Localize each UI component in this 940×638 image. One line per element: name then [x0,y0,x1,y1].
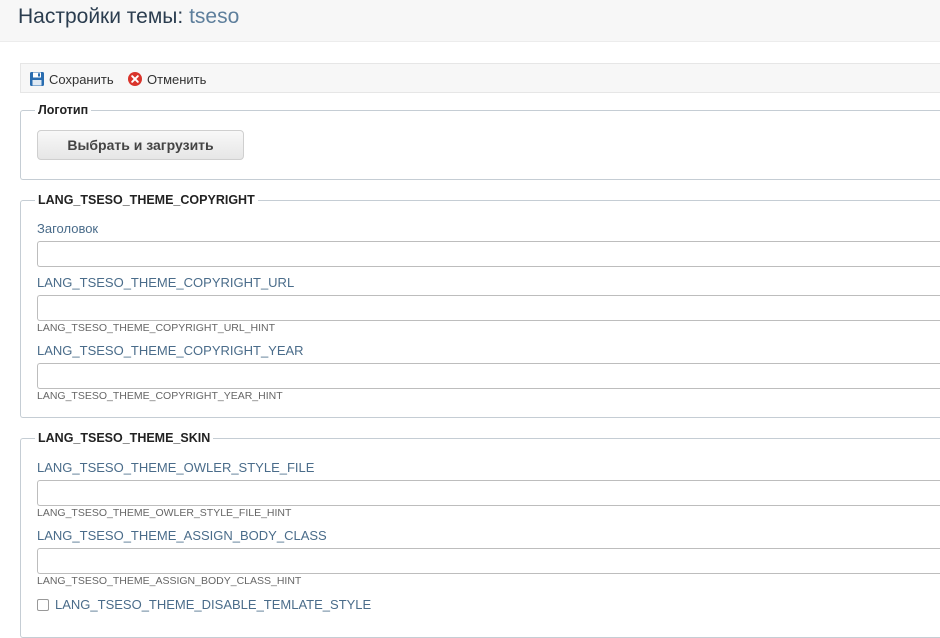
owler-style-file-input[interactable] [37,480,940,506]
assign-body-class-hint: LANG_TSESO_THEME_ASSIGN_BODY_CLASS_HINT [37,575,302,587]
cancel-button-label: Отменить [147,71,207,87]
copyright-title-input[interactable] [37,241,940,267]
page-header: Настройки темы: tseso [0,0,940,42]
save-button[interactable]: Сохранить [29,70,114,88]
cancel-button[interactable]: Отменить [127,70,206,88]
save-button-label: Сохранить [49,71,114,87]
skin-fieldset: LANG_TSESO_THEME_SKIN LANG_TSESO_THEME_O… [20,430,940,638]
assign-body-class-label: LANG_TSESO_THEME_ASSIGN_BODY_CLASS [37,528,327,543]
page-title: Настройки темы: tseso [18,5,239,29]
logo-legend: Логотип [35,102,92,118]
logo-fieldset: Логотип Выбрать и загрузить [20,102,940,180]
skin-legend: LANG_TSESO_THEME_SKIN [35,430,214,446]
theme-name: tseso [189,5,240,28]
page-title-prefix: Настройки темы: [18,5,184,28]
upload-logo-button[interactable]: Выбрать и загрузить [37,130,244,160]
copyright-fieldset: LANG_TSESO_THEME_COPYRIGHT Заголовок LAN… [20,192,940,418]
copyright-year-label: LANG_TSESO_THEME_COPYRIGHT_YEAR [37,343,304,358]
copyright-year-hint: LANG_TSESO_THEME_COPYRIGHT_YEAR_HINT [37,390,283,402]
copyright-legend: LANG_TSESO_THEME_COPYRIGHT [35,192,258,208]
owler-style-file-label: LANG_TSESO_THEME_OWLER_STYLE_FILE [37,460,315,475]
copyright-title-label: Заголовок [37,221,99,236]
copyright-url-hint: LANG_TSESO_THEME_COPYRIGHT_URL_HINT [37,322,276,334]
copyright-url-input[interactable] [37,295,940,321]
cancel-circle-icon [127,71,143,87]
floppy-disk-icon [29,71,45,87]
copyright-url-label: LANG_TSESO_THEME_COPYRIGHT_URL [37,275,295,290]
copyright-year-input[interactable] [37,363,940,389]
owler-style-file-hint: LANG_TSESO_THEME_OWLER_STYLE_FILE_HINT [37,507,292,519]
assign-body-class-input[interactable] [37,548,940,574]
toolbar: Сохранить Отменить [20,63,940,93]
